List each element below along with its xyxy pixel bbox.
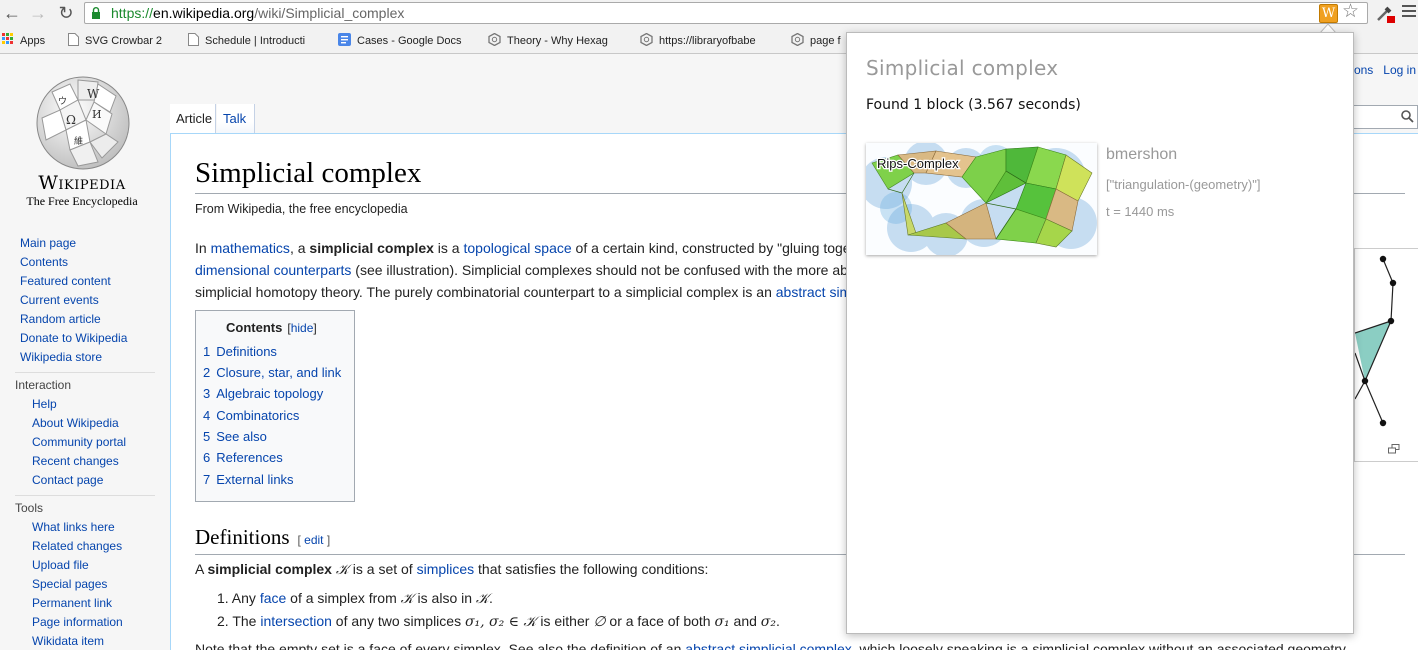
block-tags: ["triangulation-(geometry)"] [1106,177,1261,192]
bookmark-star-icon[interactable]: ☆ [1342,2,1359,22]
link-dimensional-counterparts[interactable]: dimensional counterparts [195,262,351,278]
toc-item-definitions[interactable]: 1 Definitions [203,344,277,359]
edit-section-link[interactable]: edit [304,533,323,547]
sidebar-heading-tools: Tools [15,501,44,515]
address-bar[interactable]: https://en.wikipedia.org/wiki/Simplicial… [84,2,1368,24]
rips-complex-thumbnail-image: Rips-Complex [866,143,1097,255]
sidebar-divider [15,495,155,496]
sidebar-item-permanent-link[interactable]: Permanent link [32,596,112,610]
block-render-time: t = 1440 ms [1106,204,1175,219]
sidebar-navigation: Main page Contents Featured content Curr… [0,54,170,650]
toc-item-external-links[interactable]: 7 External links [203,472,294,487]
bookmark-page[interactable]: page f [791,33,847,47]
bookmark-cases-google-docs[interactable]: Cases - Google Docs [338,33,478,47]
site-icon [640,33,653,46]
sidebar-item-featured-content[interactable]: Featured content [20,274,111,288]
block-author[interactable]: bmershon [1106,146,1177,164]
sidebar-item-contact-page[interactable]: Contact page [32,473,103,487]
blocks-search-popup: Simplicial complex Found 1 block (3.567 … [846,32,1354,634]
google-docs-icon [338,33,351,46]
chrome-menu-icon[interactable] [1402,5,1416,19]
sidebar-item-current-events[interactable]: Current events [20,293,99,307]
popup-title: Simplicial complex [866,56,1059,80]
link-face[interactable]: face [260,590,286,606]
sidebar-item-random-article[interactable]: Random article [20,312,101,326]
definitions-paragraph: A simplicial complex 𝒦 is a set of simpl… [195,561,709,578]
reload-icon[interactable]: ↻ [56,3,76,23]
intro-line-3: simplicial homotopy theory. The purely c… [195,284,852,300]
site-icon [488,33,501,46]
site-icon [791,33,804,46]
table-of-contents: Contents [hide] 1 Definitions 2 Closure, st… [195,310,355,502]
sidebar-item-wikidata-item[interactable]: Wikidata item [32,634,104,648]
link-topological-space[interactable]: topological space [463,240,571,256]
sidebar-item-community-portal[interactable]: Community portal [32,435,126,449]
sidebar-heading-interaction: Interaction [15,378,72,392]
sidebar-item-contents[interactable]: Contents [20,255,68,269]
sidebar-item-what-links-here[interactable]: What links here [32,520,115,534]
sidebar-item-related-changes[interactable]: Related changes [32,539,122,553]
eyedropper-extension-icon[interactable] [1374,2,1396,24]
link-abstract-simplicial[interactable]: abstract sim [776,284,851,300]
link-abstract-simplicial-complex[interactable]: abstract simplicial complex [685,641,852,650]
link-simplices[interactable]: simplices [417,561,475,577]
intro-line-2: dimensional counterparts (see illustrati… [195,262,848,278]
search-result-status: Found 1 block (3.567 seconds) [866,97,1081,113]
apps-grid-icon [2,33,14,45]
sidebar-item-recent-changes[interactable]: Recent changes [32,454,119,468]
site-subtitle: From Wikipedia, the free encyclopedia [195,202,408,216]
empty-set-note: Note that the empty set is a face of eve… [195,638,1349,650]
user-links[interactable]: ions Log in [1351,63,1416,77]
tab-talk[interactable]: Talk [217,104,255,134]
bookmark-apps[interactable]: Apps [2,33,45,47]
sidebar-item-upload-file[interactable]: Upload file [32,558,89,572]
bookmark-theory-hexagons[interactable]: Theory - Why Hexag [488,33,626,47]
toc-item-combinatorics[interactable]: 4 Combinatorics [203,408,299,423]
lock-icon [92,7,100,19]
toc-title: Contents [hide] [226,320,317,335]
bookmark-libraryofbabel[interactable]: https://libraryofbabe [640,33,776,47]
sidebar-item-about[interactable]: About Wikipedia [32,416,119,430]
thumbnail-label: Rips-Complex [877,156,959,171]
toc-item-see-also[interactable]: 5 See also [203,429,267,444]
simplicial-complex-illustration[interactable] [1354,248,1418,462]
sidebar-divider [15,372,155,373]
sidebar-item-donate[interactable]: Donate to Wikipedia [20,331,127,345]
sidebar-item-main-page[interactable]: Main page [20,236,76,250]
sidebar-item-page-information[interactable]: Page information [32,615,123,629]
search-icon[interactable] [1401,110,1414,123]
definition-condition-2: 2. The intersection of any two simplices… [217,613,780,630]
block-thumbnail[interactable]: Rips-Complex [866,143,1097,255]
page-icon [188,33,199,46]
back-arrow-icon[interactable]: ← [2,3,22,23]
toc-hide-link[interactable]: hide [291,321,314,335]
toc-item-closure[interactable]: 2 Closure, star, and link [203,365,341,380]
wikipedia-extension-icon[interactable]: W [1319,4,1338,23]
bookmark-svg-crowbar[interactable]: SVG Crowbar 2 [68,33,178,47]
toc-item-references[interactable]: 6 References [203,450,283,465]
forward-arrow-icon[interactable]: → [28,3,48,23]
toc-item-algebraic-topology[interactable]: 3 Algebraic topology [203,386,323,401]
link-mathematics[interactable]: mathematics [211,240,290,256]
sidebar-item-special-pages[interactable]: Special pages [32,577,107,591]
page-icon [68,33,79,46]
enlarge-icon[interactable] [1388,444,1400,454]
sidebar-item-wikipedia-store[interactable]: Wikipedia store [20,350,102,364]
sidebar-item-help[interactable]: Help [32,397,57,411]
definition-condition-1: 1. Any face of a simplex from 𝒦 is also … [217,590,493,607]
intro-line-1: In mathematics, a simplicial complex is … [195,240,851,256]
simplicial-diagram-image [1354,255,1397,427]
tab-article[interactable]: Article [170,104,216,134]
link-intersection[interactable]: intersection [260,613,332,629]
url-text[interactable]: https://en.wikipedia.org/wiki/Simplicial… [111,5,404,21]
bookmark-schedule[interactable]: Schedule | Introducti [188,33,324,47]
